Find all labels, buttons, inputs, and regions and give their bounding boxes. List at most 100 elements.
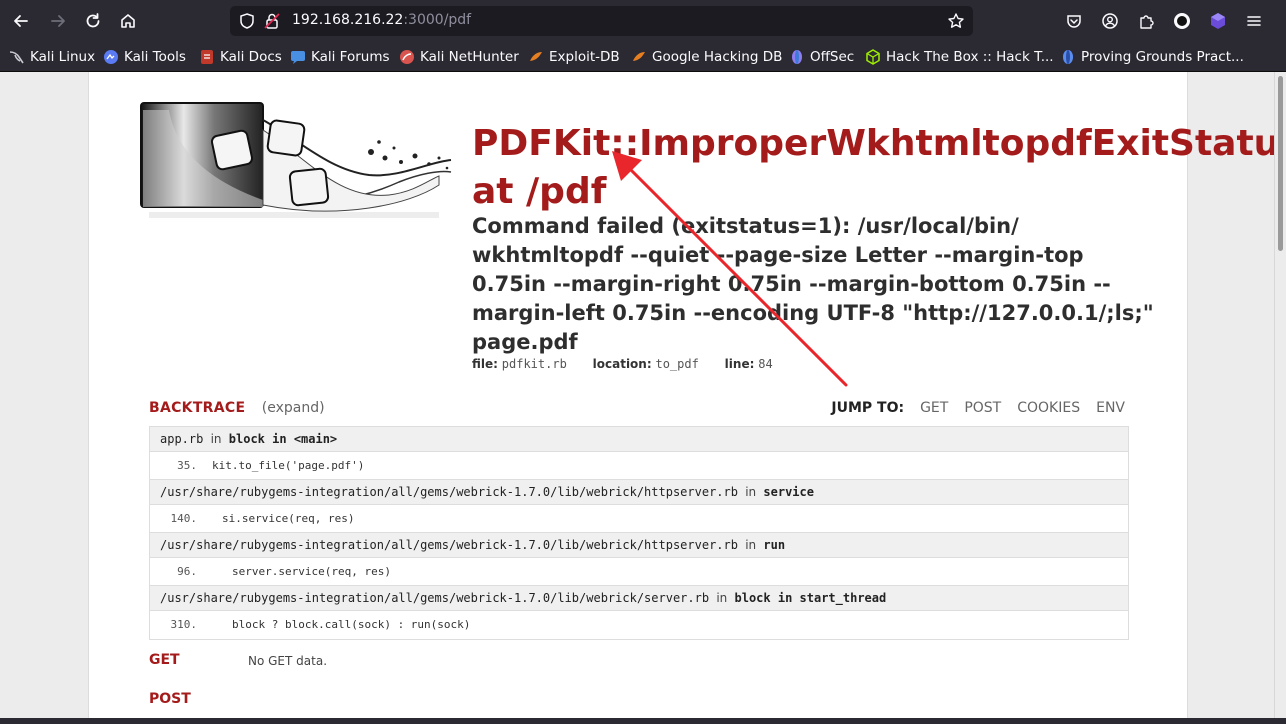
account-button[interactable] bbox=[1097, 8, 1123, 34]
jump-link-env[interactable]: ENV bbox=[1096, 400, 1125, 416]
pocket-button[interactable] bbox=[1061, 8, 1087, 34]
code-text: server.service(req, res) bbox=[232, 565, 391, 578]
back-arrow-icon bbox=[14, 15, 28, 27]
backtrace-frame[interactable]: /usr/share/rubygems-integration/all/gems… bbox=[150, 586, 1128, 611]
frame-in: in bbox=[745, 538, 757, 552]
bookmark-kali-tools[interactable]: Kali Tools bbox=[103, 48, 186, 66]
location-label: location: bbox=[592, 357, 652, 371]
extensions-button[interactable] bbox=[1133, 8, 1159, 34]
menu-button[interactable] bbox=[1241, 8, 1267, 34]
bookmark-kali-docs[interactable]: Kali Docs bbox=[199, 48, 282, 66]
error-page: PDFKit::ImproperWkhtmltopdfExitStatu at … bbox=[88, 72, 1279, 718]
forward-button[interactable] bbox=[45, 8, 71, 34]
home-icon bbox=[121, 14, 135, 28]
reload-button[interactable] bbox=[80, 8, 106, 34]
jump-link-post[interactable]: POST bbox=[964, 400, 1001, 416]
bookmark-kali-nethunter[interactable]: Kali NetHunter bbox=[399, 48, 519, 66]
window-bottom-edge bbox=[0, 718, 1286, 724]
bookmark-label: Hack The Box :: Hack T... bbox=[886, 49, 1054, 65]
sinatra-glass-logo bbox=[140, 102, 452, 218]
jump-link-cookies[interactable]: COOKIES bbox=[1017, 400, 1080, 416]
jump-link-get[interactable]: GET bbox=[920, 400, 948, 416]
bookmark-label: Proving Grounds Pract... bbox=[1081, 49, 1244, 65]
page-viewport[interactable]: PDFKit::ImproperWkhtmltopdfExitStatu at … bbox=[0, 72, 1286, 718]
backtrace-frame[interactable]: app.rb in block in <main> bbox=[150, 427, 1128, 452]
file-value: pdfkit.rb bbox=[501, 357, 567, 371]
bookmark-proving-grounds[interactable]: Proving Grounds Pract... bbox=[1060, 48, 1244, 66]
backtrace-table: app.rb in block in <main> 35. kit.to_fil… bbox=[149, 426, 1129, 640]
backtrace-label: BACKTRACE bbox=[149, 400, 246, 416]
bookmark-label: Kali Linux bbox=[30, 49, 96, 65]
expand-link[interactable]: (expand) bbox=[262, 400, 325, 416]
bookmark-kali-forums[interactable]: Kali Forums bbox=[290, 48, 390, 66]
backtrace-code-line: 310. block ? block.call(sock) : run(sock… bbox=[150, 611, 1128, 639]
insecure-lock-icon[interactable] bbox=[263, 12, 281, 30]
puzzle-icon bbox=[1140, 15, 1154, 29]
get-section-heading: GET bbox=[149, 652, 180, 668]
backtrace-code-line: 35. kit.to_file('page.pdf') bbox=[150, 452, 1128, 480]
shield-icon[interactable] bbox=[238, 12, 256, 30]
error-title-path: at /pdf bbox=[472, 171, 607, 212]
line-number: 96. bbox=[177, 565, 197, 578]
frame-in: in bbox=[210, 432, 222, 446]
code-text: block ? block.call(sock) : run(sock) bbox=[232, 618, 471, 631]
backtrace-frame[interactable]: /usr/share/rubygems-integration/all/gems… bbox=[150, 480, 1128, 505]
frame-file: /usr/share/rubygems-integration/all/gems… bbox=[160, 485, 738, 499]
url-path: :3000/pdf bbox=[403, 12, 472, 28]
extension-circle-button[interactable] bbox=[1169, 8, 1195, 34]
bookmark-offsec[interactable]: OffSec bbox=[789, 48, 854, 66]
circle-extension-icon bbox=[1174, 13, 1190, 29]
line-number: 310. bbox=[170, 618, 198, 631]
back-button[interactable] bbox=[8, 8, 34, 34]
bookmark-google-hacking-db[interactable]: Google Hacking DB bbox=[631, 48, 782, 66]
account-icon bbox=[1102, 13, 1118, 29]
backtrace-code-line: 96. server.service(req, res) bbox=[150, 558, 1128, 586]
url-text[interactable]: 192.168.216.22:3000/pdf bbox=[292, 12, 471, 28]
bookmarks-bar: Kali Linux Kali Tools Kali Docs Kali For… bbox=[0, 42, 1286, 72]
bookmark-label: Kali Docs bbox=[220, 49, 282, 65]
home-button[interactable] bbox=[115, 8, 141, 34]
pocket-icon bbox=[1067, 15, 1081, 28]
bookmark-label: OffSec bbox=[810, 49, 855, 65]
post-section-heading: POST bbox=[149, 691, 191, 707]
url-host: 192.168.216.22 bbox=[292, 12, 404, 28]
code-text: kit.to_file('page.pdf') bbox=[212, 459, 365, 472]
address-bar[interactable]: 192.168.216.22:3000/pdf bbox=[230, 6, 973, 36]
htb-cube-icon bbox=[866, 49, 880, 65]
kali-dragon-icon bbox=[9, 51, 24, 64]
hamburger-menu-icon bbox=[1247, 16, 1261, 26]
bookmark-kali-linux[interactable]: Kali Linux bbox=[9, 48, 95, 66]
kali-tools-icon bbox=[104, 50, 118, 64]
error-message: Command failed (exitstatus=1): /usr/loca… bbox=[472, 214, 1154, 354]
frame-file: /usr/share/rubygems-integration/all/gems… bbox=[160, 591, 710, 605]
location-value: to_pdf bbox=[655, 357, 699, 371]
bookmark-label: Exploit-DB bbox=[549, 49, 620, 65]
proving-grounds-icon bbox=[1063, 50, 1073, 64]
frame-method: <main> bbox=[293, 432, 338, 446]
nethunter-icon bbox=[400, 50, 414, 64]
bookmark-star-icon[interactable] bbox=[947, 12, 965, 30]
file-label: file: bbox=[472, 357, 498, 371]
frame-method: service bbox=[763, 485, 814, 499]
line-value: 84 bbox=[758, 357, 773, 371]
line-label: line: bbox=[724, 357, 755, 371]
bookmark-label: Kali NetHunter bbox=[420, 49, 519, 65]
offsec-icon bbox=[792, 50, 802, 64]
backtrace-frame[interactable]: /usr/share/rubygems-integration/all/gems… bbox=[150, 533, 1128, 558]
extension-cube-button[interactable] bbox=[1205, 8, 1231, 34]
forward-arrow-icon bbox=[51, 15, 65, 27]
line-number: 140. bbox=[170, 512, 198, 525]
bookmark-label: Google Hacking DB bbox=[652, 49, 783, 65]
frame-file: app.rb bbox=[160, 432, 204, 446]
browser-toolbar: 192.168.216.22:3000/pdf bbox=[0, 0, 1286, 42]
backtrace-header: BACKTRACE (expand) bbox=[149, 400, 325, 416]
jump-to-label: JUMP TO: bbox=[831, 400, 905, 416]
line-number: 35. bbox=[177, 459, 197, 472]
bookmark-hack-the-box[interactable]: Hack The Box :: Hack T... bbox=[865, 48, 1054, 66]
reload-icon bbox=[86, 13, 100, 28]
exploit-db-icon bbox=[530, 52, 542, 61]
bookmark-exploit-db[interactable]: Exploit-DB bbox=[528, 48, 620, 66]
frame-file: /usr/share/rubygems-integration/all/gems… bbox=[160, 538, 738, 552]
frame-method-kw: block in bbox=[734, 591, 793, 605]
scrollbar-thumb[interactable] bbox=[1278, 76, 1283, 251]
